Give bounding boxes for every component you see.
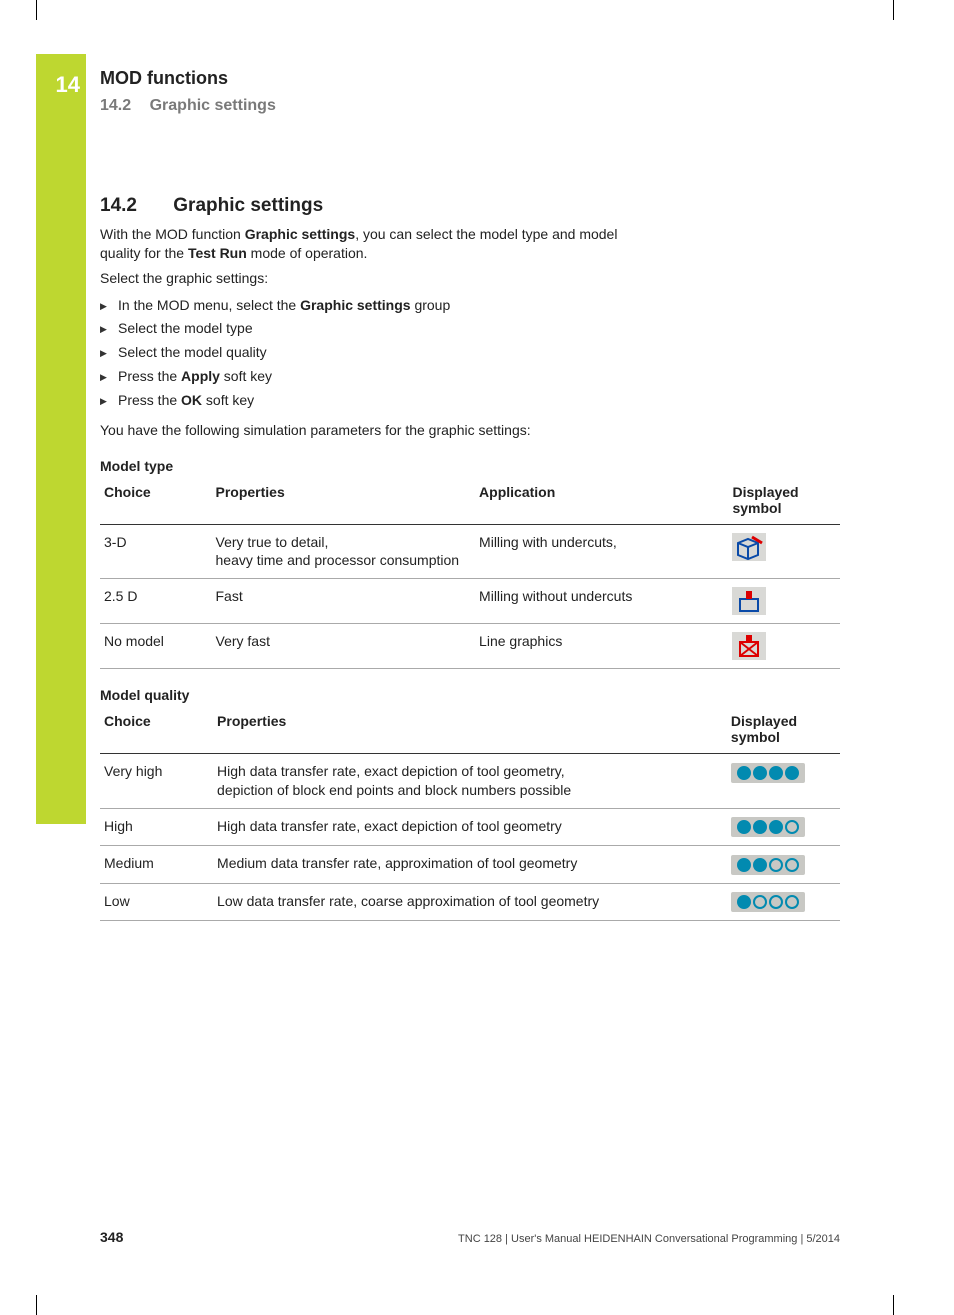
- th-symbol: Displayed symbol: [727, 707, 840, 754]
- cell-choice: Medium: [100, 846, 213, 883]
- cell-symbol: [727, 754, 840, 809]
- heading: 14.2 Graphic settings: [100, 195, 840, 217]
- cell-choice: High: [100, 809, 213, 846]
- heading-number: 14.2: [100, 195, 168, 217]
- cell-choice: 2.5 D: [100, 579, 212, 624]
- model-2-5d-icon: [732, 587, 766, 615]
- cell-symbol: [727, 883, 840, 920]
- post-steps-paragraph: You have the following simulation parame…: [100, 421, 620, 440]
- cell-symbol: [728, 579, 840, 624]
- footer-text: TNC 128 | User's Manual HEIDENHAIN Conve…: [458, 1233, 840, 1245]
- table-row: 3-D Very true to detail, heavy time and …: [100, 524, 840, 579]
- cell-symbol: [728, 624, 840, 669]
- quality-dots-icon: [731, 817, 805, 837]
- page-number: 348: [100, 1229, 123, 1245]
- page-content: MOD functions 14.2 Graphic settings 14.2…: [100, 68, 840, 921]
- cell-symbol: [728, 524, 840, 579]
- th-properties: Properties: [212, 478, 476, 525]
- cell-choice: Very high: [100, 754, 213, 809]
- table-model-quality: Choice Properties Displayed symbol Very …: [100, 707, 840, 921]
- model-none-icon: [732, 632, 766, 660]
- cell-choice: Low: [100, 883, 213, 920]
- table-row: LowLow data transfer rate, coarse approx…: [100, 883, 840, 920]
- table2-title: Model quality: [100, 687, 840, 703]
- th-properties: Properties: [213, 707, 727, 754]
- th-symbol: Displayed symbol: [728, 478, 840, 525]
- section-number: 14.2: [100, 97, 131, 114]
- chapter-title: MOD functions: [100, 68, 840, 89]
- cell-application: Milling without undercuts: [475, 579, 728, 624]
- steps-list: In the MOD menu, select the Graphic sett…: [100, 294, 840, 413]
- quality-dots-icon: [731, 892, 805, 912]
- cell-properties: Low data transfer rate, coarse approxima…: [213, 883, 727, 920]
- intro-paragraph: With the MOD function Graphic settings, …: [100, 225, 620, 263]
- section-header: 14.2 Graphic settings: [100, 97, 840, 115]
- intro-paragraph-2: Select the graphic settings:: [100, 269, 620, 288]
- table-row: Very highHigh data transfer rate, exact …: [100, 754, 840, 809]
- cell-application: Milling with undercuts,: [475, 524, 728, 579]
- cell-properties: Medium data transfer rate, approximation…: [213, 846, 727, 883]
- step-item: Press the OK soft key: [100, 389, 840, 413]
- page-footer: 348 TNC 128 | User's Manual HEIDENHAIN C…: [100, 1229, 840, 1245]
- th-choice: Choice: [100, 478, 212, 525]
- cell-choice: 3-D: [100, 524, 212, 579]
- quality-dots-icon: [731, 763, 805, 783]
- table1-title: Model type: [100, 458, 840, 474]
- cell-properties: Very true to detail, heavy time and proc…: [212, 524, 476, 579]
- th-choice: Choice: [100, 707, 213, 754]
- heading-title: Graphic settings: [173, 195, 323, 216]
- cell-symbol: [727, 809, 840, 846]
- step-item: Select the model type: [100, 317, 840, 341]
- sidebar-tab: 14: [36, 54, 86, 824]
- cell-properties: Very fast: [212, 624, 476, 669]
- cell-properties: Fast: [212, 579, 476, 624]
- table-row: MediumMedium data transfer rate, approxi…: [100, 846, 840, 883]
- cell-application: Line graphics: [475, 624, 728, 669]
- cell-properties: High data transfer rate, exact depiction…: [213, 754, 727, 809]
- table-model-type: Choice Properties Application Displayed …: [100, 478, 840, 670]
- table-row: 2.5 D Fast Milling without undercuts: [100, 579, 840, 624]
- table-row: HighHigh data transfer rate, exact depic…: [100, 809, 840, 846]
- chapter-number: 14: [36, 54, 86, 98]
- cell-symbol: [727, 846, 840, 883]
- model-3d-icon: [732, 533, 766, 561]
- table-row: No model Very fast Line graphics: [100, 624, 840, 669]
- cell-choice: No model: [100, 624, 212, 669]
- section-title: Graphic settings: [150, 97, 276, 114]
- step-item: In the MOD menu, select the Graphic sett…: [100, 294, 840, 318]
- cell-properties: High data transfer rate, exact depiction…: [213, 809, 727, 846]
- step-item: Select the model quality: [100, 341, 840, 365]
- th-application: Application: [475, 478, 728, 525]
- quality-dots-icon: [731, 855, 805, 875]
- step-item: Press the Apply soft key: [100, 365, 840, 389]
